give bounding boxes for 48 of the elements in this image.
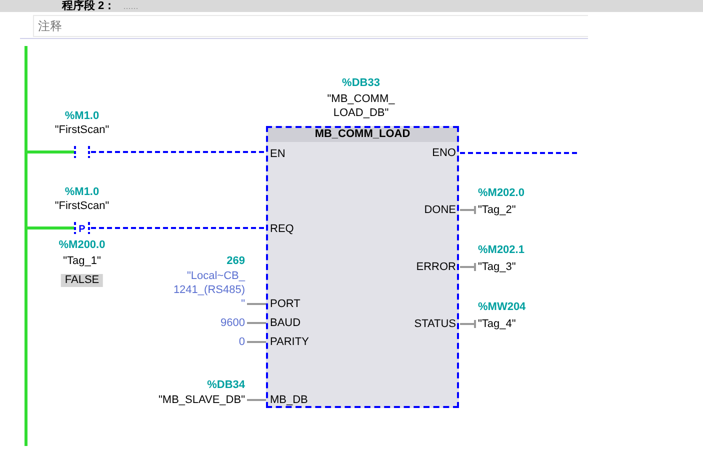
input-value: " xyxy=(241,298,245,311)
output-address: %M202.1 xyxy=(478,244,524,257)
output-tag: "Tag_3" xyxy=(478,261,516,274)
edge-contact-icon[interactable] xyxy=(74,222,90,234)
pin-wire xyxy=(460,263,476,271)
instance-db-name: LOAD_DB" xyxy=(333,107,389,120)
contact-tag: "FirstScan" xyxy=(54,200,110,213)
output-address: %M202.0 xyxy=(478,187,524,200)
pin-wire xyxy=(460,320,476,328)
output-pin-label: ERROR xyxy=(416,261,456,274)
input-address: %DB34 xyxy=(207,379,245,392)
pin-wire xyxy=(247,399,266,401)
output-tag: "Tag_2" xyxy=(478,204,516,217)
edge-label: P xyxy=(78,224,86,235)
pin-wire xyxy=(460,206,476,214)
output-pin-label: ENO xyxy=(432,147,456,160)
input-value: 0 xyxy=(238,336,245,349)
input-value: "MB_SLAVE_DB" xyxy=(158,394,245,407)
input-pin-label: REQ xyxy=(270,223,294,236)
pin-wire xyxy=(247,322,266,324)
power-flow-line xyxy=(27,226,74,230)
pin-wire xyxy=(247,341,266,343)
block-title: MB_COMM_LOAD xyxy=(268,128,457,142)
edge-memory-tag: "Tag_1" xyxy=(63,255,101,268)
output-tag: "Tag_4" xyxy=(478,318,516,331)
input-value: 9600 xyxy=(220,317,245,330)
input-pin-label: PARITY xyxy=(270,336,309,349)
contact-tag: "FirstScan" xyxy=(54,124,110,137)
output-pin-label: STATUS xyxy=(414,318,456,331)
instance-db-address: %DB33 xyxy=(342,77,380,90)
monitor-value: FALSE xyxy=(60,274,104,287)
contact-address: %M1.0 xyxy=(64,110,100,123)
power-flow-line xyxy=(27,150,74,154)
contact-address: %M1.0 xyxy=(64,186,100,199)
input-pin-label: PORT xyxy=(270,298,300,311)
instance-db-name: "MB_COMM_ xyxy=(327,93,395,106)
input-pin-label: MB_DB xyxy=(270,394,308,407)
pin-wire xyxy=(247,303,266,305)
input-pin-label: EN xyxy=(270,148,286,161)
contact-icon[interactable] xyxy=(74,146,90,158)
output-pin-label: DONE xyxy=(424,204,456,217)
input-value: "Local~CB_ xyxy=(186,270,245,283)
input-value: 1241_(RS485) xyxy=(173,284,245,297)
input-pin-label: BAUD xyxy=(270,317,301,330)
edge-memory-address: %M200.0 xyxy=(58,239,106,252)
output-address: %MW204 xyxy=(478,301,526,314)
input-address: 269 xyxy=(226,255,245,268)
comment-field[interactable]: 注释 xyxy=(33,15,588,37)
